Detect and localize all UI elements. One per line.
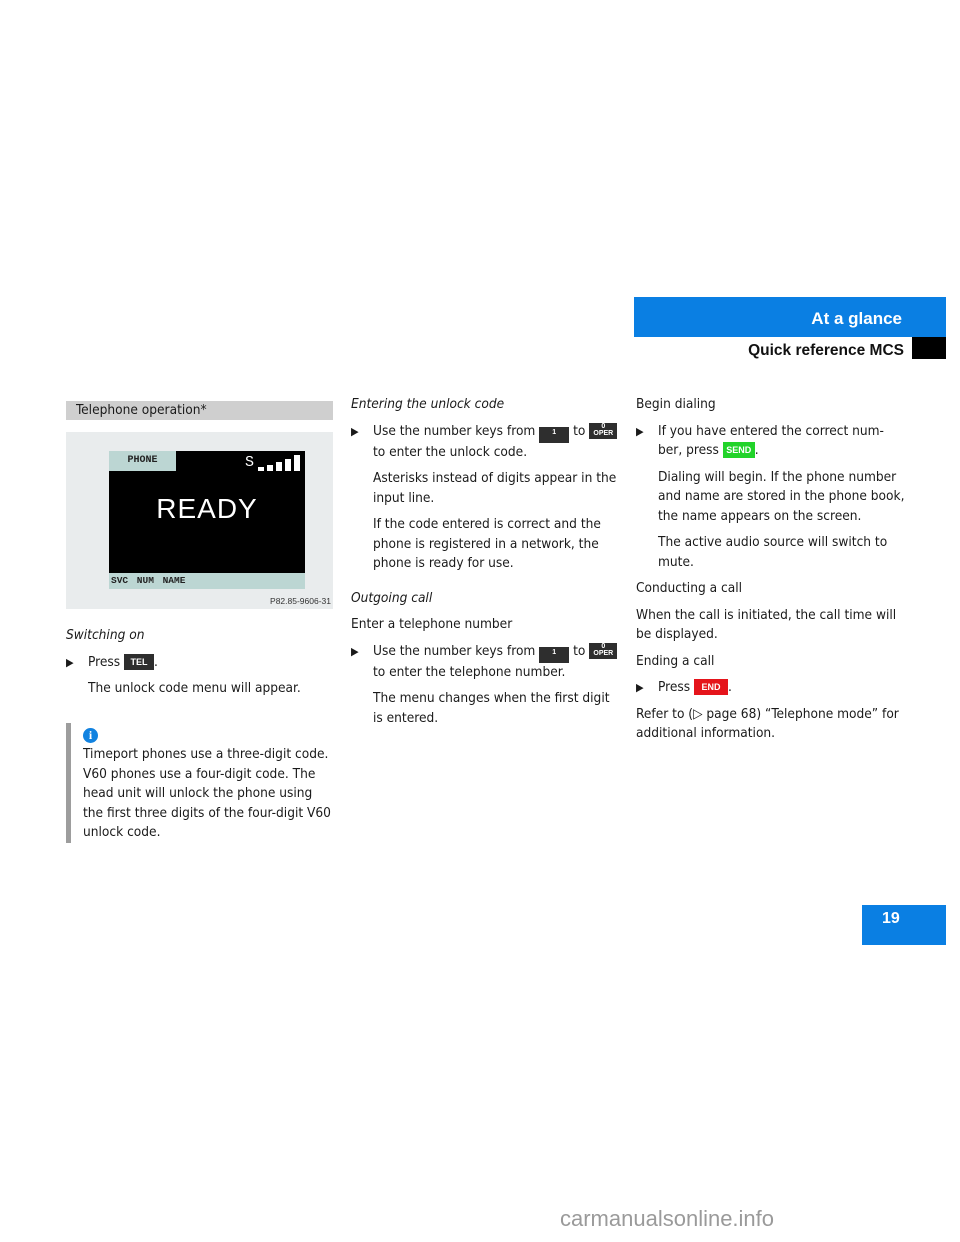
lcd-phone-tab: PHONE	[109, 451, 176, 471]
switching-on-step: ▶ Press TEL.	[66, 653, 333, 673]
outgoing-heading: Outgoing call	[351, 589, 433, 606]
key-oper-label: OPER	[593, 649, 614, 657]
key-oper-label: OPER	[593, 429, 614, 437]
signal-bar	[267, 465, 273, 471]
dialing-para-2: The active audio source will switch to m…	[658, 534, 888, 570]
bullet-arrow-icon: ▶	[636, 681, 644, 694]
section-marker	[912, 337, 946, 359]
column-dialing: Begin dialing ▶ If you have entered the …	[636, 395, 906, 751]
dialing-para-1: Dialing will begin. If the phone number …	[658, 468, 905, 524]
phone-display-figure: PHONE S READY SVC NUM NAME P82.85-9606-3…	[66, 432, 333, 609]
column-telephone-operation: Telephone operation* PHONE S READY SVC N…	[66, 401, 333, 843]
signal-bar	[294, 455, 300, 471]
end-step: ▶ Press END.	[636, 678, 906, 698]
page-number-box: 19	[862, 905, 946, 945]
key-1-icon: 1	[539, 646, 570, 663]
column-unlock-and-outgoing: Entering the unlock code ▶ Use the numbe…	[351, 395, 621, 735]
signal-label: S	[244, 454, 254, 471]
info-icon: i	[83, 727, 98, 743]
watermark: carmanualsonline.info	[560, 1206, 775, 1231]
step-mid: to	[573, 642, 586, 659]
unlock-step: ▶ Use the number keys from 1 to 0 OPER to…	[351, 422, 621, 463]
lcd-status: READY	[156, 493, 258, 524]
section-title: Quick reference MCS	[748, 342, 904, 359]
send-step: ▶ If you have entered the correct num-be…	[636, 422, 906, 461]
bullet-arrow-icon: ▶	[351, 424, 359, 438]
end-key-icon: END	[694, 679, 729, 695]
key-0-label: 0	[601, 642, 606, 650]
unlock-para-1: Asterisks instead of digits appear in th…	[373, 470, 617, 506]
key-0-label: 0	[601, 422, 606, 430]
chapter-header: At a glance	[634, 297, 946, 337]
step-mid: to	[573, 422, 586, 439]
page-number: 19	[882, 910, 900, 927]
conducting-text: When the call is initiated, the call tim…	[636, 606, 897, 643]
step-text: If you have entered the correct num-ber,…	[658, 422, 884, 459]
step-suffix: to enter the unlock code.	[373, 443, 528, 460]
outgoing-para: The menu changes when the first digit is…	[373, 690, 610, 726]
step-text: Use the number keys from	[373, 422, 536, 439]
unlock-heading: Entering the unlock code	[351, 396, 505, 412]
lcd-screen: PHONE S READY	[109, 451, 305, 573]
outgoing-intro: Enter a telephone number	[351, 616, 513, 632]
begin-dialing-heading: Begin dialing	[636, 396, 716, 412]
lcd-softkeys: SVC NUM NAME	[109, 573, 305, 589]
note-text: Timeport phones use a three-digit code. …	[83, 746, 331, 840]
step-text: Press	[658, 679, 691, 695]
key-0-oper-icon: 0 OPER	[589, 422, 618, 439]
switching-on-heading: Switching on	[66, 627, 145, 643]
chapter-title: At a glance	[811, 309, 902, 328]
switching-on-result: The unlock code menu will appear.	[88, 680, 301, 696]
send-key-icon: SEND	[722, 442, 755, 458]
conducting-heading: Conducting a call	[636, 580, 743, 596]
info-note: i Timeport phones use a three-digit code…	[66, 722, 333, 843]
step-suffix: to enter the telephone number.	[373, 663, 566, 680]
step-text: Press	[88, 653, 121, 670]
bullet-arrow-icon: ▶	[66, 655, 74, 669]
signal-bar	[276, 462, 282, 471]
step-text: Use the number keys from	[373, 642, 536, 659]
signal-bar	[285, 459, 291, 471]
outgoing-step: ▶ Use the number keys from 1 to 0 OPER to…	[351, 642, 621, 683]
signal-bar	[258, 467, 264, 471]
figure-code: P82.85-9606-31	[270, 596, 331, 606]
tel-key-icon: TEL	[124, 653, 155, 670]
bullet-arrow-icon: ▶	[636, 424, 644, 438]
ending-heading: Ending a call	[636, 652, 715, 669]
refer-text[interactable]: Refer to (▷ page 68) “Telephone mode” fo…	[636, 705, 906, 744]
signal-strength-icon: S	[245, 451, 300, 471]
key-0-oper-icon: 0 OPER	[589, 642, 618, 659]
step-suffix: .	[754, 442, 759, 458]
step-suffix: .	[728, 679, 732, 695]
bullet-arrow-icon: ▶	[351, 644, 359, 658]
step-suffix: .	[154, 653, 158, 670]
key-1-icon: 1	[539, 426, 570, 443]
section-heading: Telephone operation*	[66, 401, 333, 420]
unlock-para-2: If the code entered is correct and the p…	[373, 516, 601, 571]
